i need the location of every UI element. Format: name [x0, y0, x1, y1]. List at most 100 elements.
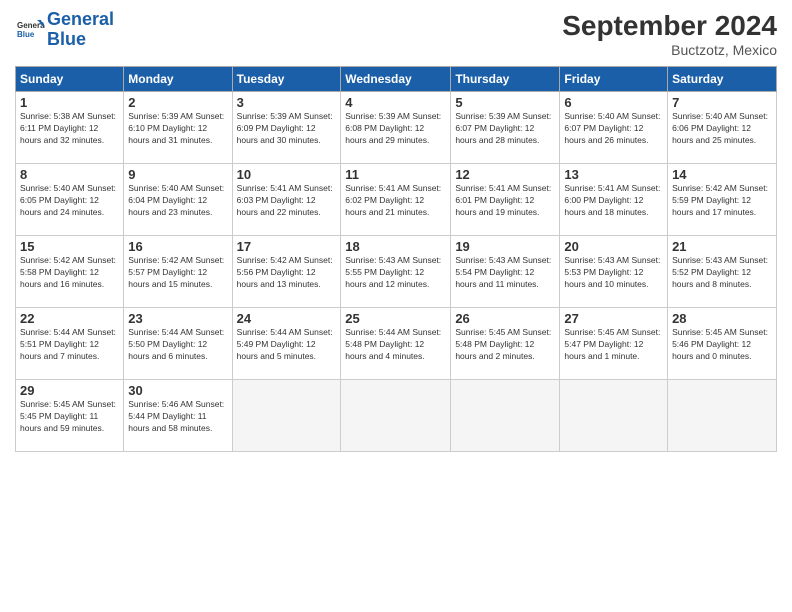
day-number: 17	[237, 239, 337, 254]
day-number: 13	[564, 167, 663, 182]
table-row: 15Sunrise: 5:42 AM Sunset: 5:58 PM Dayli…	[16, 236, 124, 308]
day-info: Sunrise: 5:46 AM Sunset: 5:44 PM Dayligh…	[128, 399, 227, 435]
calendar-week-row: 1Sunrise: 5:38 AM Sunset: 6:11 PM Daylig…	[16, 92, 777, 164]
day-number: 19	[455, 239, 555, 254]
day-number: 7	[672, 95, 772, 110]
day-info: Sunrise: 5:42 AM Sunset: 5:59 PM Dayligh…	[672, 183, 772, 219]
day-info: Sunrise: 5:40 AM Sunset: 6:05 PM Dayligh…	[20, 183, 119, 219]
day-number: 30	[128, 383, 227, 398]
table-row: 4Sunrise: 5:39 AM Sunset: 6:08 PM Daylig…	[341, 92, 451, 164]
table-row: 23Sunrise: 5:44 AM Sunset: 5:50 PM Dayli…	[124, 308, 232, 380]
table-row: 11Sunrise: 5:41 AM Sunset: 6:02 PM Dayli…	[341, 164, 451, 236]
day-info: Sunrise: 5:39 AM Sunset: 6:10 PM Dayligh…	[128, 111, 227, 147]
table-row: 16Sunrise: 5:42 AM Sunset: 5:57 PM Dayli…	[124, 236, 232, 308]
table-row: 7Sunrise: 5:40 AM Sunset: 6:06 PM Daylig…	[668, 92, 777, 164]
table-row: 22Sunrise: 5:44 AM Sunset: 5:51 PM Dayli…	[16, 308, 124, 380]
day-number: 22	[20, 311, 119, 326]
table-row: 10Sunrise: 5:41 AM Sunset: 6:03 PM Dayli…	[232, 164, 341, 236]
day-info: Sunrise: 5:41 AM Sunset: 6:01 PM Dayligh…	[455, 183, 555, 219]
day-info: Sunrise: 5:44 AM Sunset: 5:51 PM Dayligh…	[20, 327, 119, 363]
table-row: 27Sunrise: 5:45 AM Sunset: 5:47 PM Dayli…	[560, 308, 668, 380]
table-row	[341, 380, 451, 452]
location: Buctzotz, Mexico	[562, 42, 777, 58]
page-container: General Blue GeneralBlue September 2024 …	[0, 0, 792, 462]
day-number: 28	[672, 311, 772, 326]
day-info: Sunrise: 5:45 AM Sunset: 5:45 PM Dayligh…	[20, 399, 119, 435]
table-row: 2Sunrise: 5:39 AM Sunset: 6:10 PM Daylig…	[124, 92, 232, 164]
col-monday: Monday	[124, 67, 232, 92]
day-info: Sunrise: 5:44 AM Sunset: 5:48 PM Dayligh…	[345, 327, 446, 363]
calendar-week-row: 15Sunrise: 5:42 AM Sunset: 5:58 PM Dayli…	[16, 236, 777, 308]
day-number: 29	[20, 383, 119, 398]
day-info: Sunrise: 5:39 AM Sunset: 6:07 PM Dayligh…	[455, 111, 555, 147]
calendar-header-row: Sunday Monday Tuesday Wednesday Thursday…	[16, 67, 777, 92]
day-info: Sunrise: 5:45 AM Sunset: 5:47 PM Dayligh…	[564, 327, 663, 363]
table-row: 29Sunrise: 5:45 AM Sunset: 5:45 PM Dayli…	[16, 380, 124, 452]
day-number: 3	[237, 95, 337, 110]
table-row: 13Sunrise: 5:41 AM Sunset: 6:00 PM Dayli…	[560, 164, 668, 236]
table-row	[451, 380, 560, 452]
day-info: Sunrise: 5:41 AM Sunset: 6:00 PM Dayligh…	[564, 183, 663, 219]
col-wednesday: Wednesday	[341, 67, 451, 92]
day-number: 24	[237, 311, 337, 326]
calendar-table: Sunday Monday Tuesday Wednesday Thursday…	[15, 66, 777, 452]
day-info: Sunrise: 5:45 AM Sunset: 5:48 PM Dayligh…	[455, 327, 555, 363]
day-number: 14	[672, 167, 772, 182]
table-row: 9Sunrise: 5:40 AM Sunset: 6:04 PM Daylig…	[124, 164, 232, 236]
table-row: 28Sunrise: 5:45 AM Sunset: 5:46 PM Dayli…	[668, 308, 777, 380]
logo-text: GeneralBlue	[47, 10, 114, 50]
calendar-week-row: 8Sunrise: 5:40 AM Sunset: 6:05 PM Daylig…	[16, 164, 777, 236]
day-info: Sunrise: 5:41 AM Sunset: 6:03 PM Dayligh…	[237, 183, 337, 219]
table-row: 3Sunrise: 5:39 AM Sunset: 6:09 PM Daylig…	[232, 92, 341, 164]
day-info: Sunrise: 5:43 AM Sunset: 5:53 PM Dayligh…	[564, 255, 663, 291]
table-row	[232, 380, 341, 452]
day-number: 12	[455, 167, 555, 182]
day-info: Sunrise: 5:45 AM Sunset: 5:46 PM Dayligh…	[672, 327, 772, 363]
day-number: 21	[672, 239, 772, 254]
table-row: 8Sunrise: 5:40 AM Sunset: 6:05 PM Daylig…	[16, 164, 124, 236]
table-row: 18Sunrise: 5:43 AM Sunset: 5:55 PM Dayli…	[341, 236, 451, 308]
col-thursday: Thursday	[451, 67, 560, 92]
title-area: September 2024 Buctzotz, Mexico	[562, 10, 777, 58]
month-title: September 2024	[562, 10, 777, 42]
day-number: 5	[455, 95, 555, 110]
calendar-body: 1Sunrise: 5:38 AM Sunset: 6:11 PM Daylig…	[16, 92, 777, 452]
table-row: 12Sunrise: 5:41 AM Sunset: 6:01 PM Dayli…	[451, 164, 560, 236]
calendar-week-row: 29Sunrise: 5:45 AM Sunset: 5:45 PM Dayli…	[16, 380, 777, 452]
svg-text:Blue: Blue	[17, 30, 35, 39]
table-row: 5Sunrise: 5:39 AM Sunset: 6:07 PM Daylig…	[451, 92, 560, 164]
day-info: Sunrise: 5:43 AM Sunset: 5:52 PM Dayligh…	[672, 255, 772, 291]
table-row: 14Sunrise: 5:42 AM Sunset: 5:59 PM Dayli…	[668, 164, 777, 236]
day-number: 16	[128, 239, 227, 254]
table-row: 19Sunrise: 5:43 AM Sunset: 5:54 PM Dayli…	[451, 236, 560, 308]
day-info: Sunrise: 5:40 AM Sunset: 6:06 PM Dayligh…	[672, 111, 772, 147]
logo-icon: General Blue	[15, 15, 45, 45]
col-tuesday: Tuesday	[232, 67, 341, 92]
day-number: 15	[20, 239, 119, 254]
day-info: Sunrise: 5:40 AM Sunset: 6:04 PM Dayligh…	[128, 183, 227, 219]
day-number: 25	[345, 311, 446, 326]
day-info: Sunrise: 5:39 AM Sunset: 6:09 PM Dayligh…	[237, 111, 337, 147]
day-info: Sunrise: 5:41 AM Sunset: 6:02 PM Dayligh…	[345, 183, 446, 219]
day-number: 18	[345, 239, 446, 254]
calendar-week-row: 22Sunrise: 5:44 AM Sunset: 5:51 PM Dayli…	[16, 308, 777, 380]
table-row: 21Sunrise: 5:43 AM Sunset: 5:52 PM Dayli…	[668, 236, 777, 308]
day-number: 26	[455, 311, 555, 326]
table-row: 20Sunrise: 5:43 AM Sunset: 5:53 PM Dayli…	[560, 236, 668, 308]
col-sunday: Sunday	[16, 67, 124, 92]
table-row: 1Sunrise: 5:38 AM Sunset: 6:11 PM Daylig…	[16, 92, 124, 164]
table-row: 25Sunrise: 5:44 AM Sunset: 5:48 PM Dayli…	[341, 308, 451, 380]
day-info: Sunrise: 5:38 AM Sunset: 6:11 PM Dayligh…	[20, 111, 119, 147]
day-number: 2	[128, 95, 227, 110]
day-info: Sunrise: 5:43 AM Sunset: 5:54 PM Dayligh…	[455, 255, 555, 291]
day-number: 20	[564, 239, 663, 254]
day-number: 11	[345, 167, 446, 182]
day-info: Sunrise: 5:42 AM Sunset: 5:57 PM Dayligh…	[128, 255, 227, 291]
day-info: Sunrise: 5:40 AM Sunset: 6:07 PM Dayligh…	[564, 111, 663, 147]
logo: General Blue GeneralBlue	[15, 10, 114, 50]
day-info: Sunrise: 5:42 AM Sunset: 5:56 PM Dayligh…	[237, 255, 337, 291]
table-row: 24Sunrise: 5:44 AM Sunset: 5:49 PM Dayli…	[232, 308, 341, 380]
table-row: 30Sunrise: 5:46 AM Sunset: 5:44 PM Dayli…	[124, 380, 232, 452]
day-number: 9	[128, 167, 227, 182]
col-saturday: Saturday	[668, 67, 777, 92]
